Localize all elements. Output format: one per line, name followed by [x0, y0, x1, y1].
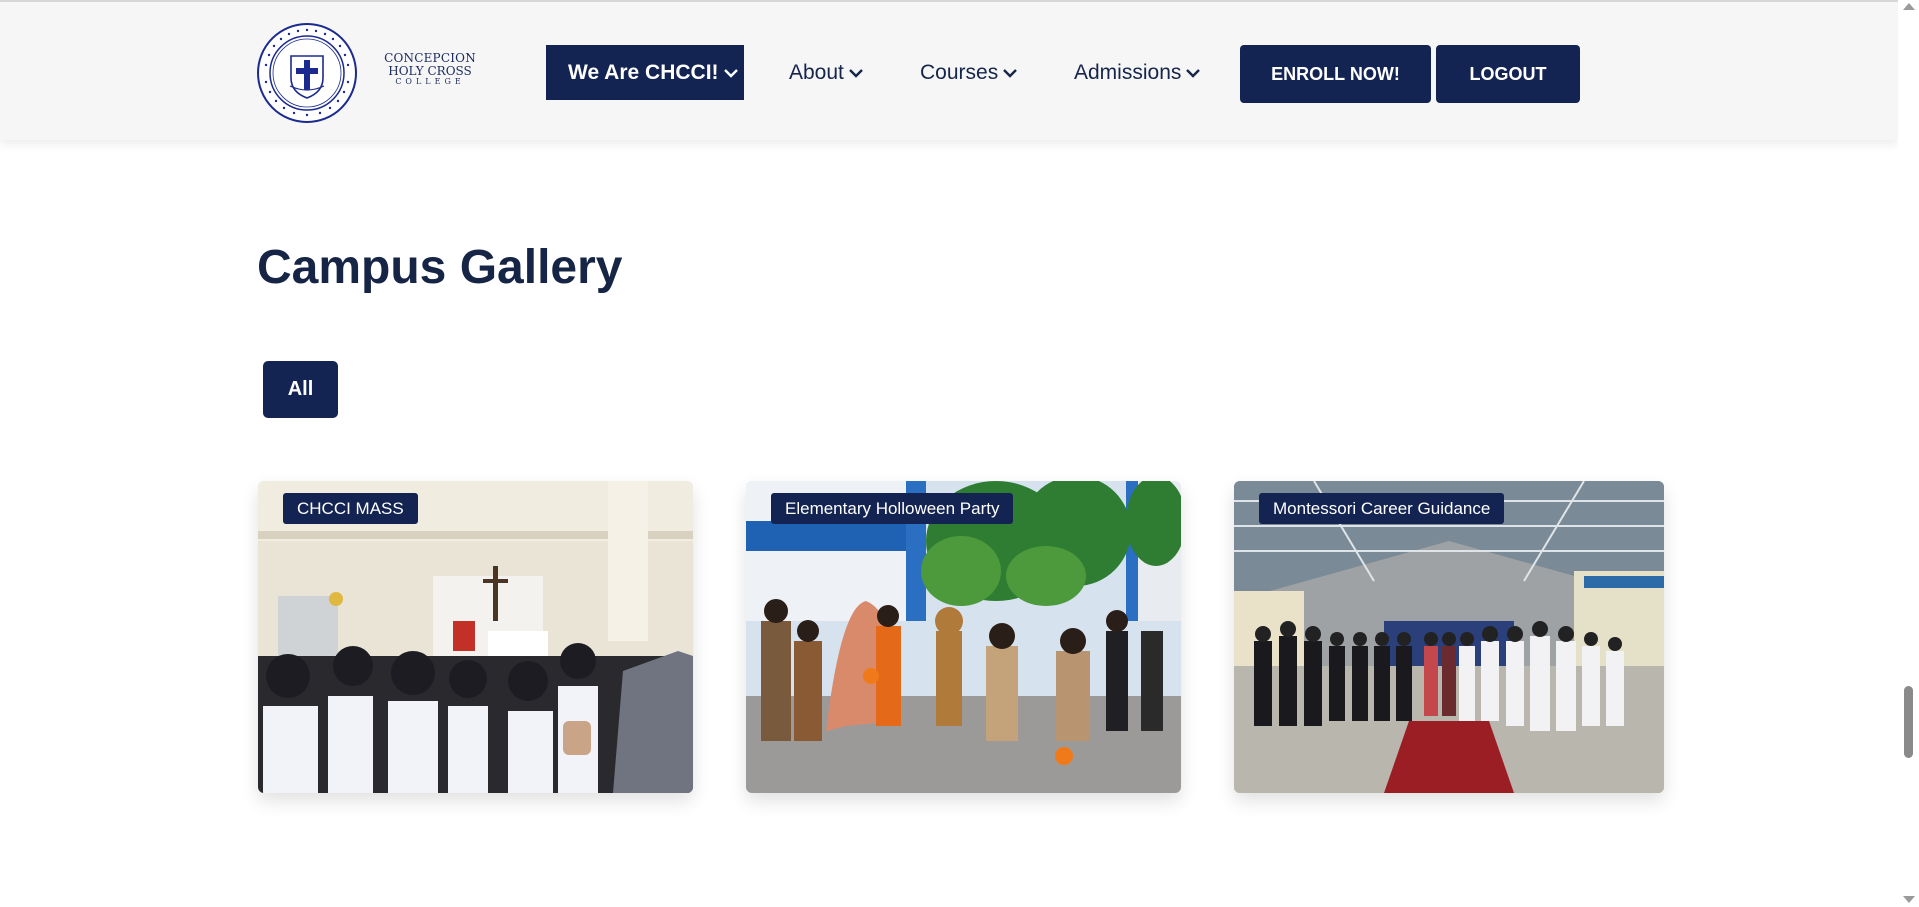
students-in-covered-court-photo — [1234, 481, 1664, 793]
card-label-halloween-party: Elementary Holloween Party — [771, 493, 1014, 524]
page: CONCEPCION HOLY CROSS COLLEGE We Are CHC… — [0, 0, 1919, 907]
filter-all-button[interactable]: All — [263, 361, 338, 418]
nav-about[interactable]: About — [789, 45, 864, 100]
gallery-card-chcci-mass[interactable]: CHCCI MASS — [258, 481, 693, 793]
logout-button[interactable]: LOGOUT — [1436, 45, 1580, 103]
nav-about-label: About — [789, 60, 844, 84]
gallery-card-halloween-party[interactable]: Elementary Holloween Party — [746, 481, 1181, 793]
card-label-career-guidance: Montessori Career Guidance — [1259, 493, 1505, 524]
scroll-down-arrow-icon[interactable] — [1903, 896, 1915, 903]
chevron-down-icon — [1003, 68, 1018, 78]
wordmark-line-3: COLLEGE — [395, 77, 465, 86]
wordmark-line-2: HOLY CROSS — [388, 64, 472, 78]
nav-admissions[interactable]: Admissions — [1074, 45, 1201, 100]
chevron-down-icon — [723, 68, 738, 78]
site-header: CONCEPCION HOLY CROSS COLLEGE We Are CHC… — [0, 2, 1898, 140]
scroll-up-arrow-icon[interactable] — [1903, 3, 1915, 10]
enroll-now-button[interactable]: ENROLL NOW! — [1240, 45, 1431, 103]
nav-we-are-chcci-label: We Are CHCCI! — [568, 60, 719, 84]
card-label-chcci-mass: CHCCI MASS — [283, 493, 418, 524]
college-wordmark[interactable]: CONCEPCION HOLY CROSS COLLEGE — [380, 52, 480, 86]
college-seal-logo[interactable] — [256, 22, 358, 124]
gallery-card-career-guidance[interactable]: Montessori Career Guidance — [1234, 481, 1664, 793]
chevron-down-icon — [1186, 68, 1201, 78]
students-at-outdoor-mass-photo — [258, 481, 693, 793]
page-scrollbar[interactable] — [1898, 0, 1919, 907]
nav-admissions-label: Admissions — [1074, 60, 1182, 84]
nav-courses[interactable]: Courses — [920, 45, 1018, 100]
scrollbar-thumb[interactable] — [1904, 686, 1913, 758]
wordmark-line-1: CONCEPCION — [384, 51, 476, 65]
chevron-down-icon — [849, 68, 863, 78]
gallery-title: Campus Gallery — [257, 241, 623, 294]
children-in-halloween-costumes-photo — [746, 481, 1181, 793]
nav-courses-label: Courses — [920, 60, 999, 84]
nav-we-are-chcci[interactable]: We Are CHCCI! — [546, 45, 744, 100]
